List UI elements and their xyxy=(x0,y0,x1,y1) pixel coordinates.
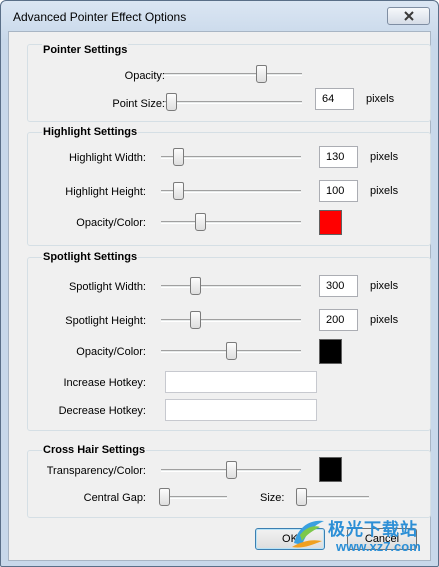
spotlight-height-unit: pixels xyxy=(370,314,399,326)
highlight-width-input[interactable]: 130 xyxy=(319,146,358,168)
title-bar[interactable]: Advanced Pointer Effect Options xyxy=(1,1,438,31)
slider-track xyxy=(161,221,301,224)
highlight-height-slider[interactable] xyxy=(161,180,301,202)
ok-button[interactable]: OK xyxy=(255,528,325,550)
central-gap-label: Central Gap: xyxy=(83,492,146,504)
spotlight-color-label: Opacity/Color: xyxy=(76,346,146,358)
decrease-hotkey-label: Decrease Hotkey: xyxy=(58,405,146,417)
dialog-body: Pointer Settings Opacity: Point Size: 64… xyxy=(8,31,431,561)
transparency-color-label: Transparency/Color: xyxy=(46,465,146,477)
crosshair-settings-title: Cross Hair Settings xyxy=(42,444,147,456)
point-size-slider[interactable] xyxy=(164,91,302,113)
spotlight-height-slider[interactable] xyxy=(161,309,301,331)
slider-track xyxy=(161,285,301,288)
slider-track xyxy=(161,496,227,499)
slider-thumb[interactable] xyxy=(172,182,184,200)
slider-thumb[interactable] xyxy=(189,311,201,329)
slider-thumb[interactable] xyxy=(226,461,237,479)
slider-thumb[interactable] xyxy=(159,488,171,506)
slider-track xyxy=(161,319,301,322)
spotlight-width-unit: pixels xyxy=(370,280,399,292)
highlight-opacity-slider[interactable] xyxy=(161,211,301,233)
spotlight-height-input[interactable]: 200 xyxy=(319,309,358,331)
slider-track xyxy=(300,496,369,499)
pointer-settings-title: Pointer Settings xyxy=(42,44,129,56)
dialog-window: Advanced Pointer Effect Options Pointer … xyxy=(0,0,439,567)
close-button[interactable] xyxy=(387,7,430,25)
highlight-settings-group: Highlight Settings Highlight Width: 130 … xyxy=(27,126,431,246)
spotlight-settings-title: Spotlight Settings xyxy=(42,251,139,263)
point-size-unit: pixels xyxy=(366,93,395,105)
crosshair-settings-group: Cross Hair Settings Transparency/Color: … xyxy=(27,444,431,518)
spotlight-width-input[interactable]: 300 xyxy=(319,275,358,297)
slider-thumb[interactable] xyxy=(189,277,201,295)
opacity-label: Opacity: xyxy=(124,70,165,82)
spotlight-opacity-slider[interactable] xyxy=(161,340,301,362)
cancel-button[interactable]: Cancel xyxy=(347,528,417,550)
slider-thumb[interactable] xyxy=(296,488,308,506)
slider-thumb[interactable] xyxy=(165,93,177,111)
highlight-color-label: Opacity/Color: xyxy=(76,217,146,229)
point-size-label: Point Size: xyxy=(112,98,165,110)
spotlight-width-slider[interactable] xyxy=(161,275,301,297)
highlight-height-unit: pixels xyxy=(370,185,399,197)
slider-thumb[interactable] xyxy=(255,65,267,83)
crosshair-transparency-slider[interactable] xyxy=(161,459,301,481)
opacity-slider[interactable] xyxy=(164,63,302,85)
pointer-settings-group: Pointer Settings Opacity: Point Size: 64… xyxy=(27,44,431,122)
crosshair-color-swatch[interactable] xyxy=(319,457,342,482)
highlight-height-label: Highlight Height: xyxy=(65,186,146,198)
spotlight-color-swatch[interactable] xyxy=(319,339,342,364)
slider-thumb[interactable] xyxy=(226,342,237,360)
central-gap-slider[interactable] xyxy=(159,486,227,508)
slider-track xyxy=(164,73,302,76)
slider-thumb[interactable] xyxy=(195,213,207,231)
highlight-height-input[interactable]: 100 xyxy=(319,180,358,202)
size-label: Size: xyxy=(260,492,285,504)
slider-track xyxy=(164,101,302,104)
highlight-width-slider[interactable] xyxy=(161,146,301,168)
highlight-settings-title: Highlight Settings xyxy=(42,126,139,138)
close-icon xyxy=(403,11,414,21)
highlight-color-swatch[interactable] xyxy=(319,210,342,235)
spotlight-settings-group: Spotlight Settings Spotlight Width: 300 … xyxy=(27,251,431,431)
crosshair-size-slider[interactable] xyxy=(296,486,369,508)
decrease-hotkey-input[interactable] xyxy=(165,399,317,421)
increase-hotkey-label: Increase Hotkey: xyxy=(63,377,146,389)
slider-thumb[interactable] xyxy=(172,148,184,166)
spotlight-width-label: Spotlight Width: xyxy=(68,281,146,293)
spotlight-height-label: Spotlight Height: xyxy=(65,315,146,327)
point-size-input[interactable]: 64 xyxy=(315,88,354,110)
increase-hotkey-input[interactable] xyxy=(165,371,317,393)
highlight-width-label: Highlight Width: xyxy=(68,152,146,164)
highlight-width-unit: pixels xyxy=(370,151,399,163)
window-title: Advanced Pointer Effect Options xyxy=(13,10,187,24)
